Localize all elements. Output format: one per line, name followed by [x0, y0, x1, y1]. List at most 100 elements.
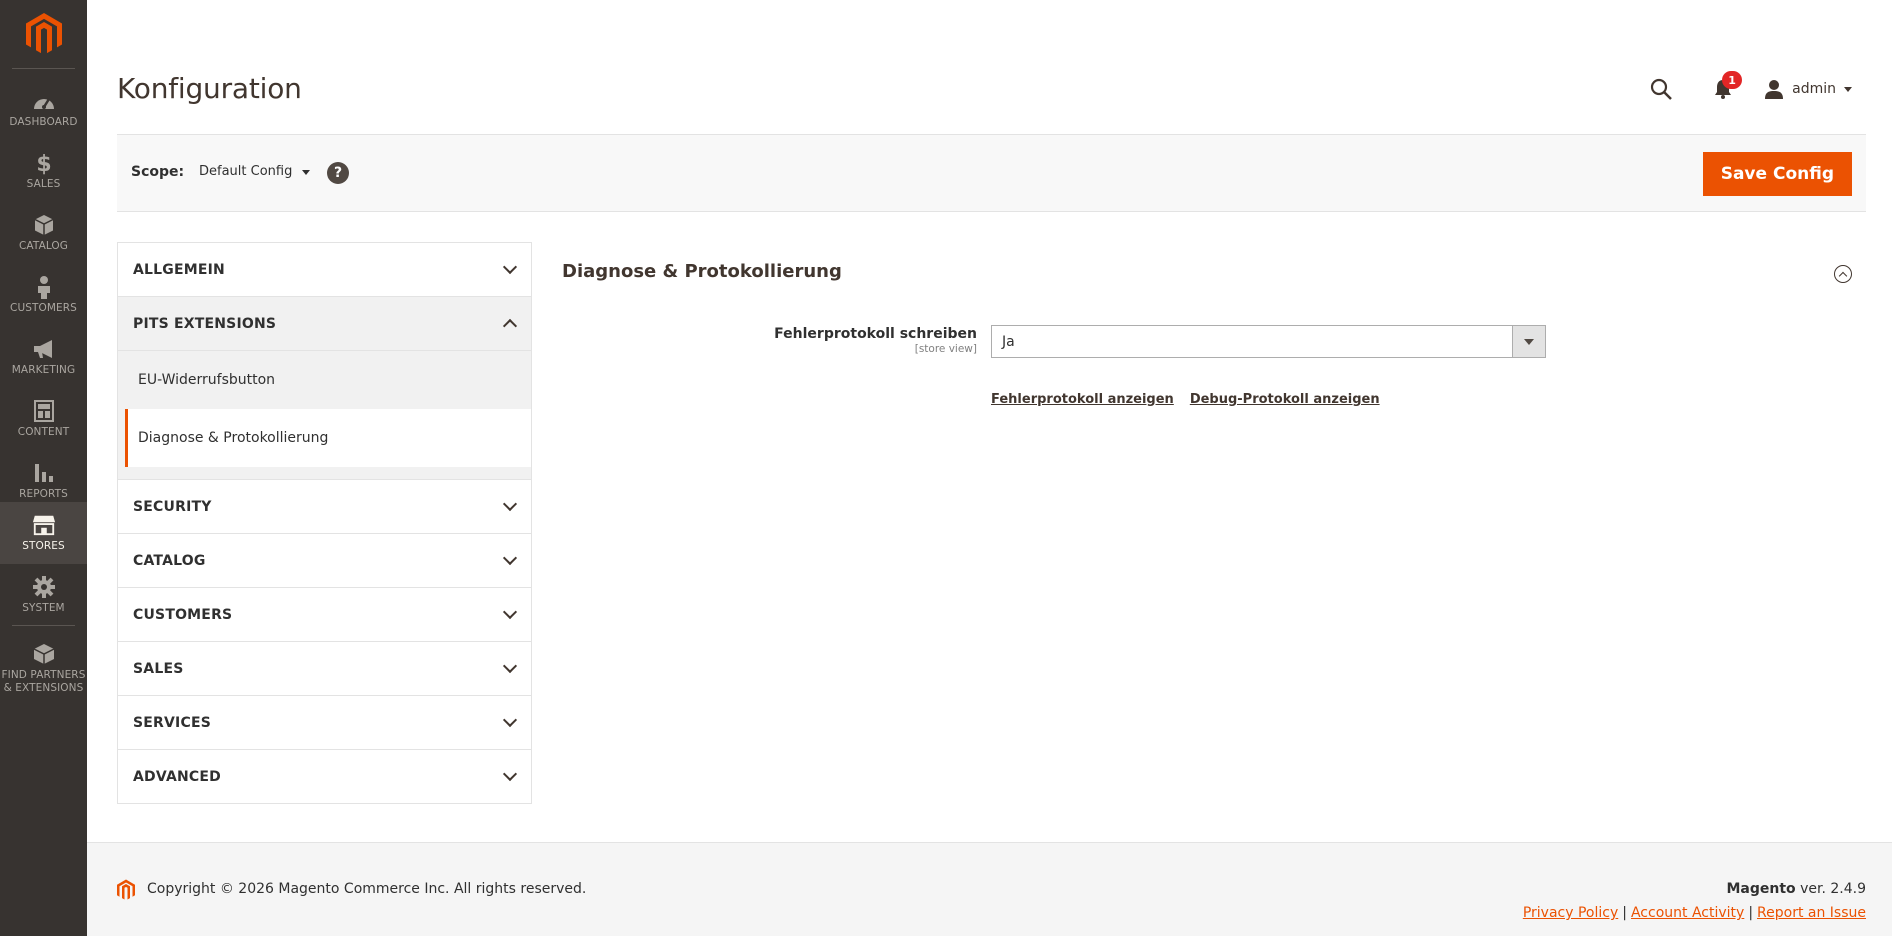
menu-label: DASHBOARD: [9, 116, 78, 128]
scope-bar: Scope: Default Config ? Save Config: [117, 134, 1866, 212]
select-value: Ja: [1002, 333, 1015, 350]
box-icon: [32, 213, 56, 237]
collapse-icon[interactable]: [1834, 265, 1852, 283]
footer-links: Privacy Policy | Account Activity | Report a…: [1523, 905, 1866, 921]
tab-advanced[interactable]: ADVANCED: [118, 750, 531, 804]
svg-text:$: $: [36, 152, 51, 175]
tab-item-eu-widerrufsbutton[interactable]: EU-Widerrufsbutton: [118, 351, 531, 409]
tab-customers[interactable]: CUSTOMERS: [118, 588, 531, 642]
menu-item-system[interactable]: SYSTEM: [0, 564, 87, 626]
admin-menu: DASHBOARD $ SALES CATALOG CUSTOMERS MARK…: [0, 0, 87, 936]
help-icon[interactable]: ?: [327, 162, 349, 184]
tab-catalog[interactable]: CATALOG: [118, 534, 531, 588]
tab-title: ADVANCED: [133, 768, 221, 785]
chevron-down-icon: [502, 766, 518, 782]
search-icon: [1651, 78, 1673, 100]
tab-services[interactable]: SERVICES: [118, 696, 531, 750]
copyright-text: Copyright © 2026 Magento Commerce Inc. A…: [147, 881, 587, 897]
magento-logo[interactable]: [0, 0, 87, 68]
chevron-down-icon: [502, 550, 518, 566]
chevron-down-icon: [502, 259, 518, 275]
select-arrow: [1512, 326, 1545, 357]
brand-name: Magento: [1726, 881, 1796, 897]
tab-title: SALES: [133, 660, 184, 677]
field-scope-hint: [store view]: [914, 343, 977, 355]
menu-item-sales[interactable]: $ SALES: [0, 140, 87, 202]
chevron-down-icon: [302, 170, 311, 175]
chevron-down-icon: [1844, 86, 1852, 92]
menu-item-stores[interactable]: STORES: [0, 502, 87, 564]
menu-label: MARKETING: [11, 364, 76, 376]
bar-chart-icon: [32, 461, 56, 485]
tab-title: PITS EXTENSIONS: [133, 315, 277, 332]
menu-item-catalog[interactable]: CATALOG: [0, 202, 87, 264]
menu-divider: [12, 625, 75, 626]
version-number: ver. 2.4.9: [1795, 881, 1866, 897]
menu-item-marketing[interactable]: MARKETING: [0, 326, 87, 388]
chevron-down-icon: [502, 604, 518, 620]
tab-pits-extensions[interactable]: PITS EXTENSIONS: [118, 297, 531, 351]
chevron-down-icon: [1524, 338, 1534, 345]
tab-title: SERVICES: [133, 714, 211, 731]
account-name: admin: [1792, 81, 1836, 97]
dashboard-icon: [32, 89, 56, 113]
dollar-icon: $: [32, 151, 56, 175]
report-issue-link[interactable]: Report an Issue: [1757, 905, 1866, 921]
link-separator: |: [1748, 905, 1754, 921]
menu-item-content[interactable]: CONTENT: [0, 388, 87, 450]
tab-title: SECURITY: [133, 498, 212, 515]
error-log-select[interactable]: Ja: [991, 325, 1546, 358]
tab-title: CUSTOMERS: [133, 606, 233, 623]
notifications-badge: 1: [1722, 71, 1743, 89]
menu-label: SYSTEM: [22, 602, 65, 614]
field-label-text: Fehlerprotokoll schreiben: [774, 326, 977, 342]
menu-label: CATALOG: [18, 240, 69, 252]
tab-sales[interactable]: SALES: [118, 642, 531, 696]
tab-allgemein[interactable]: ALLGEMEIN: [118, 243, 531, 297]
tab-item-diagnose-protokollierung[interactable]: Diagnose & Protokollierung: [125, 409, 531, 467]
user-icon: [1765, 80, 1784, 99]
show-debug-log-link[interactable]: Debug-Protokoll anzeigen: [1190, 392, 1380, 407]
link-separator: |: [1622, 905, 1627, 921]
layout-icon: [32, 399, 56, 423]
show-error-log-link[interactable]: Fehlerprotokoll anzeigen: [991, 392, 1174, 407]
privacy-policy-link[interactable]: Privacy Policy: [1523, 905, 1618, 921]
account-menu[interactable]: admin: [1764, 79, 1852, 99]
menu-label: REPORTS: [19, 488, 68, 500]
chevron-up-icon: [502, 318, 518, 334]
search-button[interactable]: [1646, 74, 1676, 104]
menu-label: SALES: [26, 178, 61, 190]
header-actions: 1 admin: [1646, 71, 1852, 104]
gear-icon: [32, 575, 56, 599]
menu-label: CUSTOMERS: [10, 302, 77, 314]
config-navigation: ALLGEMEIN PITS EXTENSIONS EU-Widerrufsbu…: [117, 242, 532, 804]
menu-label: CONTENT: [17, 426, 70, 438]
tab-title: CATALOG: [133, 552, 206, 569]
menu-item-customers[interactable]: CUSTOMERS: [0, 264, 87, 326]
chevron-down-icon: [502, 496, 518, 512]
field-label: Fehlerprotokoll schreiben [store view]: [774, 326, 977, 355]
scope-value: Default Config: [199, 164, 293, 179]
menu-item-dashboard[interactable]: DASHBOARD: [0, 78, 87, 140]
store-icon: [32, 513, 56, 537]
menu-item-find-partners[interactable]: FIND PARTNERS & EXTENSIONS: [0, 630, 87, 706]
log-links: Fehlerprotokoll anzeigen Debug-Protokoll…: [991, 392, 1396, 407]
section-title[interactable]: Diagnose & Protokollierung: [562, 261, 842, 282]
tab-items: EU-Widerrufsbutton Diagnose & Protokolli…: [118, 351, 531, 480]
cube-icon: [32, 642, 56, 666]
menu-label: STORES: [22, 540, 65, 552]
scope-label: Scope:: [131, 164, 185, 180]
tab-title: ALLGEMEIN: [133, 261, 225, 278]
magento-logo-icon: [117, 879, 135, 900]
page-title: Konfiguration: [117, 72, 302, 105]
tab-security[interactable]: SECURITY: [118, 480, 531, 534]
page-footer: Copyright © 2026 Magento Commerce Inc. A…: [87, 842, 1892, 936]
chevron-down-icon: [502, 658, 518, 674]
version-text: Magento ver. 2.4.9: [1726, 881, 1866, 897]
notifications-button[interactable]: 1: [1710, 71, 1743, 103]
menu-label: FIND PARTNERS & EXTENSIONS: [1, 668, 86, 694]
save-config-button[interactable]: Save Config: [1702, 152, 1852, 196]
scope-switcher[interactable]: Default Config: [199, 164, 311, 179]
account-activity-link[interactable]: Account Activity: [1631, 905, 1744, 921]
menu-divider: [12, 68, 75, 69]
